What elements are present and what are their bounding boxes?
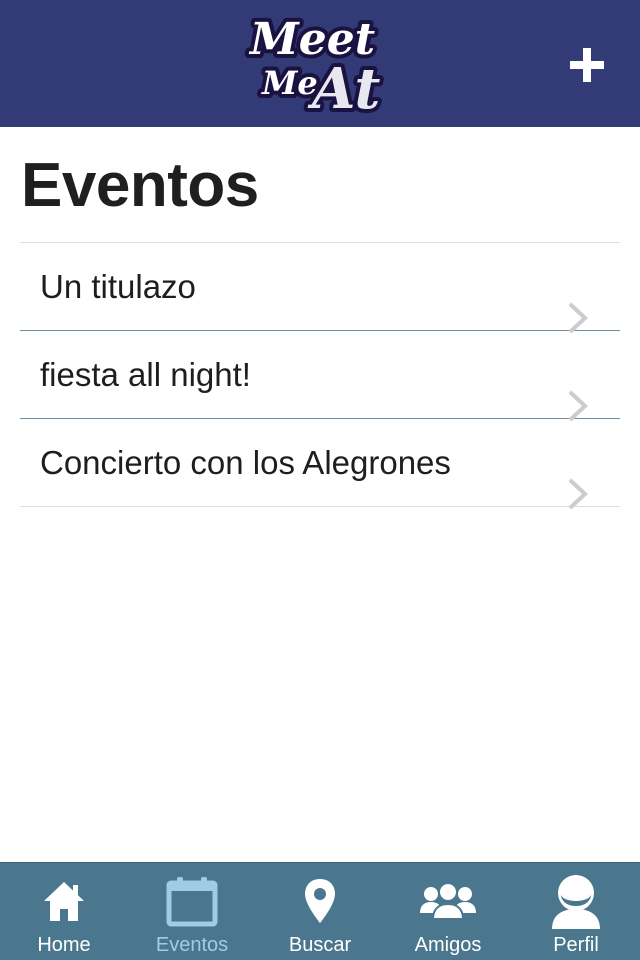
plus-icon: [570, 48, 604, 82]
tab-eventos-label: Eventos: [155, 934, 229, 956]
app-header: Meet Meet Me Me At At: [0, 0, 640, 127]
tab-amigos-label: Amigos: [414, 934, 482, 956]
event-list-item[interactable]: Un titulazo: [20, 243, 620, 334]
svg-text:At: At: [307, 56, 380, 116]
tab-buscar-label: Buscar: [288, 934, 352, 956]
tab-perfil-label: Perfil: [553, 934, 599, 956]
add-event-button[interactable]: [562, 40, 612, 90]
home-icon: [44, 882, 84, 921]
tab-perfil[interactable]: Perfil: [512, 863, 640, 960]
event-title: Un titulazo: [40, 268, 196, 305]
tab-eventos[interactable]: Eventos: [128, 863, 256, 960]
page-title: Eventos: [21, 151, 259, 220]
bottom-tab-bar: Home Eventos Buscar Amigos Perfil: [0, 862, 640, 960]
event-list-item[interactable]: Concierto con los Alegrones: [20, 419, 620, 510]
event-list: Un titulazo fiesta all night! Concierto …: [20, 242, 620, 510]
tab-amigos[interactable]: Amigos: [384, 863, 512, 960]
event-title: fiesta all night!: [40, 356, 251, 393]
profile-icon: [552, 875, 600, 929]
event-title: Concierto con los Alegrones: [40, 444, 451, 481]
tab-buscar[interactable]: Buscar: [256, 863, 384, 960]
tab-home-label: Home: [37, 934, 91, 956]
calendar-icon: [166, 877, 218, 927]
svg-text:Me: Me: [261, 64, 318, 102]
event-list-item[interactable]: fiesta all night!: [20, 331, 620, 422]
chevron-right-icon: [568, 302, 588, 334]
location-pin-icon: [305, 879, 335, 923]
meet-me-at-logo: Meet Meet Me Me At At: [244, 10, 384, 116]
tab-home[interactable]: Home: [0, 863, 128, 960]
chevron-right-icon: [568, 478, 588, 510]
chevron-right-icon: [568, 390, 588, 422]
friends-icon: [420, 882, 476, 920]
